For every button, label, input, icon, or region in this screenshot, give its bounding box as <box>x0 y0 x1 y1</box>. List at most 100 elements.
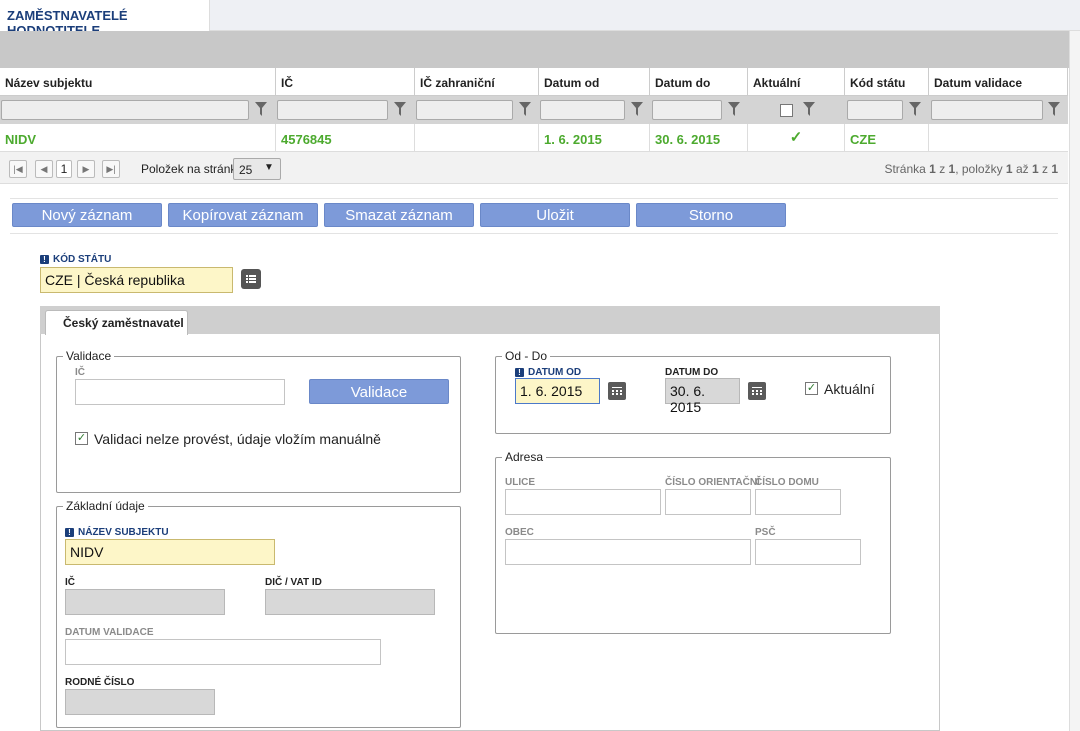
cislo-orientacni-field[interactable] <box>665 489 751 515</box>
ulice-label: ULICE <box>505 477 535 488</box>
pager-info-count: 1 <box>1051 162 1058 176</box>
validace-legend: Validace <box>63 349 115 363</box>
first-page-icon[interactable]: |◀ <box>9 160 27 178</box>
copy-record-button[interactable]: Kopírovat záznam <box>168 203 318 227</box>
pager-info-text: , položky <box>955 162 1006 176</box>
aktualni-label: Aktuální <box>824 381 875 397</box>
kod-statu-label-text: KÓD STÁTU <box>53 254 112 265</box>
col-header-datum-validace[interactable]: Datum validace <box>929 68 1068 96</box>
nazev-subjektu-field[interactable]: NIDV <box>65 539 275 565</box>
tab-zamestnavatele[interactable]: ZAMĚSTNAVATELÉ HODNOTITELE <box>0 0 210 38</box>
pager-info-text: Stránka <box>884 162 930 176</box>
col-header-ic-zahranicni[interactable]: IČ zahraniční <box>415 68 539 96</box>
cell-ic-zahranicni <box>415 124 539 152</box>
filter-funnel-icon[interactable] <box>255 102 267 116</box>
datum-validace-field[interactable] <box>65 639 381 665</box>
validace-button[interactable]: Validace <box>309 379 449 404</box>
filter-row <box>0 96 1068 124</box>
od-do-legend: Od - Do <box>502 349 551 363</box>
nazev-subjektu-label-text: NÁZEV SUBJEKTU <box>78 527 169 538</box>
pager-info-text: až <box>1012 162 1032 176</box>
col-header-kod-statu[interactable]: Kód státu <box>845 68 929 96</box>
rodne-cislo-field <box>65 689 215 715</box>
kod-statu-label: ! KÓD STÁTU <box>40 254 111 265</box>
filter-funnel-icon[interactable] <box>519 102 531 116</box>
col-header-ic[interactable]: IČ <box>276 68 415 96</box>
filter-input-ic[interactable] <box>277 100 388 120</box>
kod-statu-field[interactable]: CZE | Česká republika <box>40 267 233 293</box>
tab-cesky-zamestnavatel[interactable]: Český zaměstnavatel <box>45 310 188 335</box>
col-header-datum-do[interactable]: Datum do <box>650 68 748 96</box>
col-header-aktualni[interactable]: Aktuální <box>748 68 845 96</box>
save-button[interactable]: Uložit <box>480 203 630 227</box>
ulice-field[interactable] <box>505 489 661 515</box>
divider <box>10 198 1058 199</box>
divider <box>10 233 1058 234</box>
psc-label: PSČ <box>755 527 776 538</box>
col-header-datum-od[interactable]: Datum od <box>539 68 650 96</box>
datum-od-field[interactable]: 1. 6. 2015 <box>515 378 600 404</box>
last-page-icon[interactable]: ▶| <box>102 160 120 178</box>
per-page-label: Položek na stránku <box>141 162 244 176</box>
required-icon: ! <box>515 368 524 377</box>
validace-fieldset <box>56 356 461 493</box>
list-picker-icon[interactable] <box>241 269 261 289</box>
filter-input-ic-zahranicni[interactable] <box>416 100 513 120</box>
manual-checkbox[interactable]: ✓ <box>75 432 88 445</box>
filter-funnel-icon[interactable] <box>1048 102 1060 116</box>
cancel-button[interactable]: Storno <box>636 203 786 227</box>
psc-field[interactable] <box>755 539 861 565</box>
per-page-value: 25 <box>239 163 253 177</box>
filter-funnel-icon[interactable] <box>394 102 406 116</box>
pager-info-text: z <box>1038 162 1052 176</box>
adresa-legend: Adresa <box>502 450 547 464</box>
vertical-scrollbar[interactable] <box>1069 31 1080 731</box>
delete-record-button[interactable]: Smazat záznam <box>324 203 474 227</box>
dic-field <box>265 589 435 615</box>
validace-ic-label: IČ <box>75 367 85 378</box>
required-icon: ! <box>40 255 49 264</box>
pager-info-page: 1 <box>929 162 936 176</box>
cislo-domu-field[interactable] <box>755 489 841 515</box>
pager-info-text: z <box>935 162 949 176</box>
calendar-icon[interactable] <box>748 382 766 400</box>
filter-input-datum-validace[interactable] <box>931 100 1043 120</box>
datum-od-label-text: DATUM OD <box>528 367 582 378</box>
cislo-orientacni-label: ČÍSLO ORIENTAČNÍ <box>665 477 760 488</box>
aktualni-checkbox[interactable]: ✓ <box>805 382 818 395</box>
datum-do-field: 30. 6. 2015 <box>665 378 740 415</box>
obec-label: OBEC <box>505 527 534 538</box>
zakladni-udaje-legend: Základní údaje <box>63 499 148 513</box>
cell-datum-do: 30. 6. 2015 <box>650 124 748 152</box>
pager: |◀ ◀ 1 ▶ ▶| Položek na stránku 25 ▼ Strá… <box>0 152 1068 184</box>
col-header-nazev[interactable]: Název subjektu <box>0 68 276 96</box>
cislo-domu-label: ČÍSLO DOMU <box>755 477 819 488</box>
filter-input-datum-od[interactable] <box>540 100 625 120</box>
filter-input-kod-statu[interactable] <box>847 100 903 120</box>
filter-funnel-icon[interactable] <box>803 102 815 116</box>
manual-checkbox-label: Validaci nelze provést, údaje vložím man… <box>94 431 381 447</box>
required-icon: ! <box>65 528 74 537</box>
dic-label: DIČ / VAT ID <box>265 577 322 588</box>
validace-ic-field[interactable] <box>75 379 285 405</box>
grid-header-bar <box>0 31 1069 68</box>
filter-funnel-icon[interactable] <box>909 102 921 116</box>
page-number-input[interactable]: 1 <box>56 160 72 178</box>
filter-input-nazev[interactable] <box>1 100 249 120</box>
filter-input-datum-do[interactable] <box>652 100 722 120</box>
table-row[interactable]: NIDV 4576845 1. 6. 2015 30. 6. 2015 ✓ CZ… <box>0 124 1068 152</box>
calendar-icon[interactable] <box>608 382 626 400</box>
next-page-icon[interactable]: ▶ <box>77 160 95 178</box>
tabstrip-background <box>210 0 1080 31</box>
per-page-select[interactable]: 25 ▼ <box>233 158 281 180</box>
cell-kod-statu: CZE <box>845 124 929 152</box>
obec-field[interactable] <box>505 539 751 565</box>
rodne-cislo-label: RODNÉ ČÍSLO <box>65 677 135 688</box>
filter-funnel-icon[interactable] <box>728 102 740 116</box>
new-record-button[interactable]: Nový záznam <box>12 203 162 227</box>
cell-datum-validace <box>929 124 1068 152</box>
prev-page-icon[interactable]: ◀ <box>35 160 53 178</box>
filter-checkbox-aktualni[interactable] <box>780 104 793 117</box>
filter-funnel-icon[interactable] <box>631 102 643 116</box>
chevron-down-icon: ▼ <box>264 162 274 173</box>
